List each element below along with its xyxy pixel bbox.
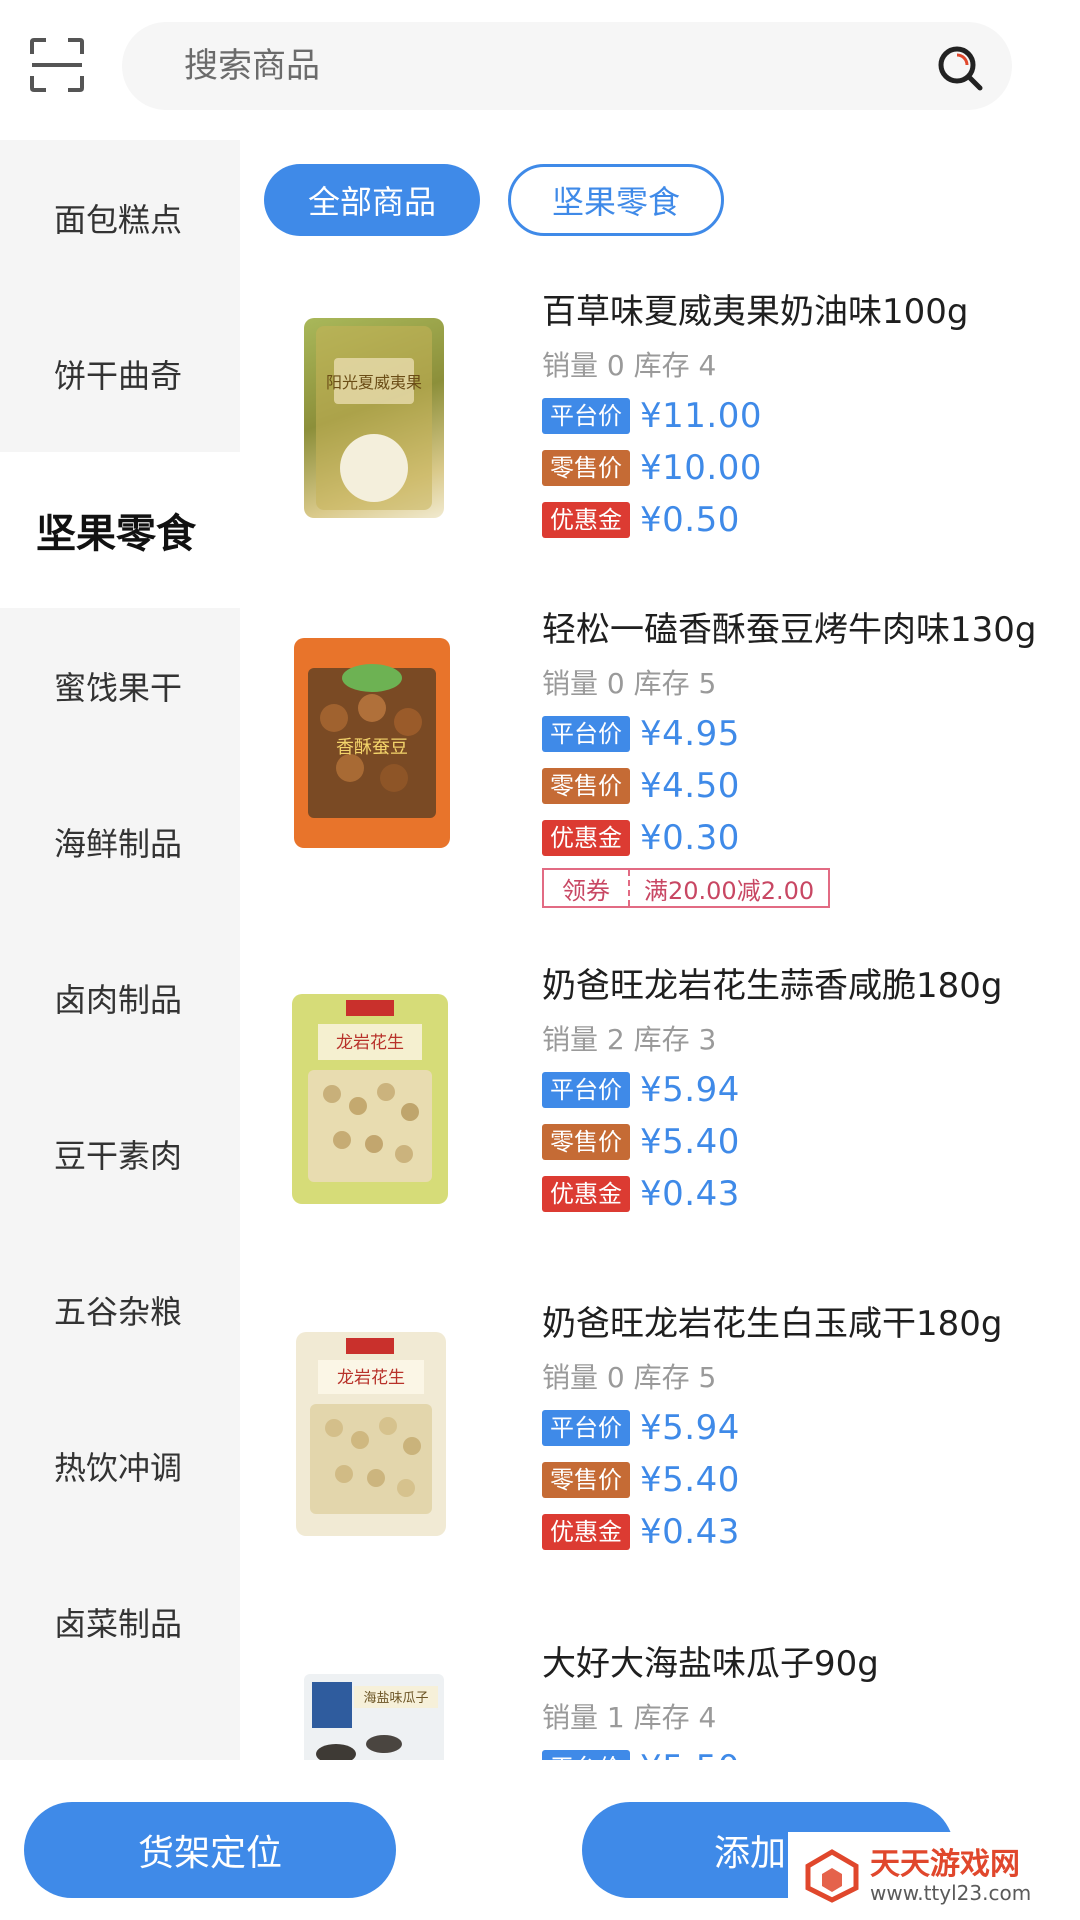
shelf-locate-button[interactable]: 货架定位 [24, 1802, 396, 1898]
watermark-url: www.ttyl23.com [870, 1881, 1032, 1905]
discount-value: ¥0.30 [640, 818, 740, 858]
product-name: 大好大海盐味瓜子90g [542, 1644, 879, 1684]
product-item[interactable]: 海盐味瓜子 大好大海盐味瓜子90g 销量 1 库存 4 平台价 ¥5.50 [240, 1636, 1080, 1760]
product-image: 海盐味瓜子 [304, 1674, 444, 1760]
product-name: 奶爸旺龙岩花生白玉咸干180g [542, 1304, 1003, 1344]
search-bar [122, 22, 1012, 110]
product-name: 百草味夏威夷果奶油味100g [542, 292, 969, 332]
nut-bag-graphic: 阳光夏威夷果 [316, 326, 432, 510]
category-sidebar: 面包糕点 饼干曲奇 坚果零食 蜜饯果干 海鲜制品 卤肉制品 豆干素肉 五谷杂粮 … [0, 140, 240, 1760]
retail-price-value: ¥5.40 [640, 1122, 740, 1162]
platform-price-value: ¥4.95 [640, 714, 740, 754]
search-input[interactable] [184, 22, 884, 110]
product-name: 轻松一磕香酥蚕豆烤牛肉味130g [542, 610, 1037, 650]
retail-price-tag: 零售价 [542, 768, 630, 804]
sidebar-item-tofu[interactable]: 豆干素肉 [0, 1076, 240, 1232]
platform-price-row: 平台价 ¥5.94 [542, 1070, 740, 1110]
retail-price-tag: 零售价 [542, 1462, 630, 1498]
filter-all-button[interactable]: 全部商品 [264, 164, 480, 236]
discount-value: ¥0.43 [640, 1512, 740, 1552]
top-bar [0, 0, 1080, 140]
svg-text:香酥蚕豆: 香酥蚕豆 [336, 737, 408, 758]
search-icon[interactable] [936, 44, 984, 92]
svg-text:龙岩花生: 龙岩花生 [336, 1033, 404, 1053]
product-stats: 销量 0 库存 5 [542, 667, 717, 700]
sidebar-item-braised-veg[interactable]: 卤菜制品 [0, 1544, 240, 1700]
discount-row: 优惠金 ¥0.50 [542, 500, 740, 540]
sidebar-item-grains[interactable]: 五谷杂粮 [0, 1232, 240, 1388]
peanut-bag-graphic: 龙岩花生 [308, 1000, 432, 1182]
platform-price-row: 平台价 ¥11.00 [542, 396, 762, 436]
watermark-title: 天天游戏网 [870, 1847, 1020, 1882]
broad-bean-bag-graphic: 香酥蚕豆 [308, 664, 436, 818]
peanut-bag-graphic: 龙岩花生 [310, 1338, 432, 1514]
discount-row: 优惠金 ¥0.30 [542, 818, 740, 858]
watermark-logo-icon [805, 1849, 859, 1903]
product-item[interactable]: 龙岩花生 奶爸旺龙岩花生白玉咸干180g 销量 0 库存 5 平台价 ¥5.94… [240, 1296, 1080, 1576]
discount-tag: 优惠金 [542, 820, 630, 856]
product-image: 龙岩花生 [292, 994, 448, 1204]
sidebar-item-nuts[interactable]: 坚果零食 [0, 452, 240, 608]
product-stats: 销量 0 库存 5 [542, 1361, 717, 1394]
discount-value: ¥0.50 [640, 500, 740, 540]
svg-text:海盐味瓜子: 海盐味瓜子 [363, 1691, 428, 1706]
watermark: 天天游戏网 www.ttyl23.com [788, 1832, 1080, 1920]
platform-price-tag: 平台价 [542, 1410, 630, 1446]
platform-price-tag: 平台价 [542, 398, 630, 434]
platform-price-row: 平台价 ¥5.50 [542, 1748, 740, 1760]
retail-price-tag: 零售价 [542, 450, 630, 486]
discount-value: ¥0.43 [640, 1174, 740, 1214]
coupon-badge[interactable]: 领券 满20.00减2.00 [542, 868, 831, 908]
retail-price-row: 零售价 ¥5.40 [542, 1122, 740, 1162]
sidebar-item-seafood[interactable]: 海鲜制品 [0, 764, 240, 920]
coupon-text: 满20.00减2.00 [644, 876, 815, 905]
platform-price-value: ¥5.94 [640, 1070, 740, 1110]
product-stats: 销量 1 库存 4 [542, 1701, 717, 1734]
retail-price-row: 零售价 ¥10.00 [542, 448, 762, 488]
discount-tag: 优惠金 [542, 502, 630, 538]
coupon-claim-label[interactable]: 领券 [544, 870, 630, 906]
product-stats: 销量 0 库存 4 [542, 349, 717, 382]
sidebar-item-drinks[interactable]: 热饮冲调 [0, 1388, 240, 1544]
product-stats: 销量 2 库存 3 [542, 1023, 717, 1056]
platform-price-tag: 平台价 [542, 716, 630, 752]
sunflower-seed-bag-graphic: 海盐味瓜子 [312, 1682, 438, 1760]
platform-price-row: 平台价 ¥4.95 [542, 714, 740, 754]
platform-price-tag: 平台价 [542, 1750, 630, 1760]
discount-row: 优惠金 ¥0.43 [542, 1512, 740, 1552]
discount-row: 优惠金 ¥0.43 [542, 1174, 740, 1214]
product-list: 阳光夏威夷果 百草味夏威夷果奶油味100g 销量 0 库存 4 平台价 ¥11.… [240, 260, 1080, 1760]
retail-price-value: ¥5.40 [640, 1460, 740, 1500]
sidebar-item-dried-fruit[interactable]: 蜜饯果干 [0, 608, 240, 764]
scan-icon[interactable] [28, 36, 86, 94]
platform-price-value: ¥5.50 [640, 1748, 740, 1760]
product-image: 阳光夏威夷果 [304, 318, 444, 518]
sidebar-item-biscuits[interactable]: 饼干曲奇 [0, 296, 240, 452]
product-image: 香酥蚕豆 [294, 638, 450, 848]
product-item[interactable]: 龙岩花生 奶爸旺龙岩花生蒜香咸脆180g 销量 2 库存 3 平台价 ¥5.94… [240, 958, 1080, 1238]
platform-price-row: 平台价 ¥5.94 [542, 1408, 740, 1448]
retail-price-row: 零售价 ¥4.50 [542, 766, 740, 806]
sidebar-item-bread[interactable]: 面包糕点 [0, 140, 240, 296]
retail-price-value: ¥10.00 [640, 448, 762, 488]
product-item[interactable]: 香酥蚕豆 轻松一磕香酥蚕豆烤牛肉味130g 销量 0 库存 5 平台价 ¥4.9… [240, 602, 1080, 908]
retail-price-row: 零售价 ¥5.40 [542, 1460, 740, 1500]
discount-tag: 优惠金 [542, 1514, 630, 1550]
product-image: 龙岩花生 [296, 1332, 446, 1536]
svg-text:阳光夏威夷果: 阳光夏威夷果 [326, 373, 422, 392]
platform-price-value: ¥5.94 [640, 1408, 740, 1448]
svg-text:龙岩花生: 龙岩花生 [337, 1368, 405, 1388]
filter-nuts-button[interactable]: 坚果零食 [508, 164, 724, 236]
platform-price-tag: 平台价 [542, 1072, 630, 1108]
product-item[interactable]: 阳光夏威夷果 百草味夏威夷果奶油味100g 销量 0 库存 4 平台价 ¥11.… [240, 284, 1080, 564]
discount-tag: 优惠金 [542, 1176, 630, 1212]
retail-price-tag: 零售价 [542, 1124, 630, 1160]
sidebar-item-braised-meat[interactable]: 卤肉制品 [0, 920, 240, 1076]
platform-price-value: ¥11.00 [640, 396, 762, 436]
retail-price-value: ¥4.50 [640, 766, 740, 806]
product-name: 奶爸旺龙岩花生蒜香咸脆180g [542, 966, 1003, 1006]
